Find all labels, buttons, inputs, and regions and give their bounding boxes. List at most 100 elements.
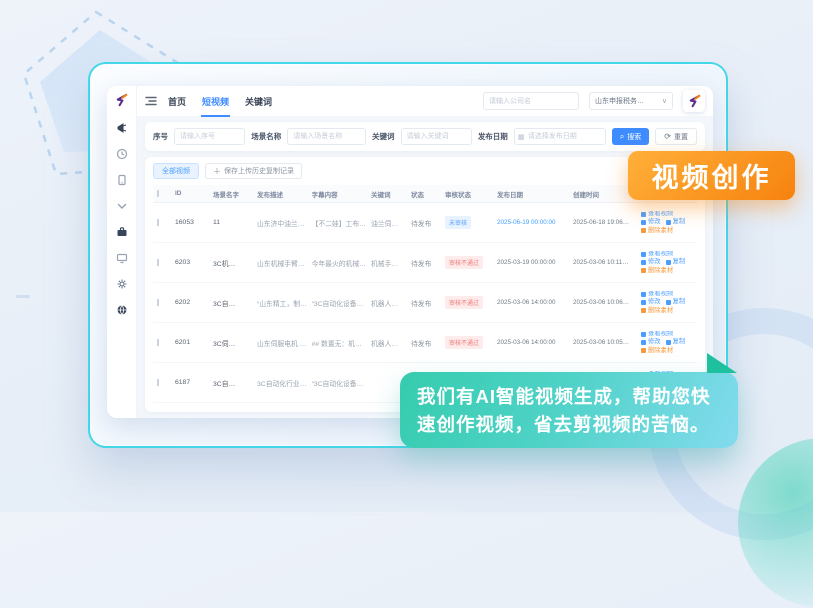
company-select[interactable]: 山东申报税务… ∨ [589, 92, 673, 110]
nav-tab[interactable]: 短视频 [201, 86, 230, 117]
play-icon [641, 252, 646, 257]
cell-id: 6202 [175, 299, 209, 306]
nav-tabs: 首页 短视频 关键词 [167, 86, 273, 116]
chevron-down-icon: ∨ [662, 97, 667, 105]
table-row: 6201 3C伺… 山东伺服电机 最具性价比值 ## 数置无：机器人伺服电机… … [153, 323, 697, 363]
trash-icon [641, 268, 646, 273]
gear-icon[interactable] [115, 277, 128, 290]
scene-label: 场景名称 [251, 131, 281, 142]
delete-material-link[interactable]: 删除素材 [641, 308, 673, 314]
edit-icon [641, 300, 646, 305]
keyword-label: 关键词 [372, 131, 395, 142]
row-checkbox[interactable] [157, 259, 159, 266]
chevron-down-icon[interactable] [115, 199, 128, 212]
row-checkbox[interactable] [157, 299, 159, 306]
edit-link[interactable]: 修改 [641, 299, 661, 305]
column-header: 审核状态 [445, 189, 493, 199]
cell-subtitle: 今年最火的机械手臂伺服电机… [312, 258, 367, 268]
review-status-badge: 审核不通过 [445, 336, 483, 349]
view-video-link[interactable]: 查看视频 [641, 291, 673, 297]
dash-decoration [16, 295, 30, 298]
cell-scene-name: 3C伺… [213, 338, 253, 348]
column-header: 状态 [411, 189, 441, 199]
date-picker[interactable]: ▦ [514, 128, 606, 145]
copy-link[interactable]: 复制 [666, 259, 686, 265]
trash-icon [641, 228, 646, 233]
edit-icon [641, 260, 646, 265]
briefcase-icon[interactable] [115, 225, 128, 238]
edit-icon [641, 220, 646, 225]
main-area: 首页 短视频 关键词 山东申报税务… ∨ [137, 86, 713, 418]
cell-keyword: 机器人… [371, 338, 407, 348]
row-checkbox[interactable] [157, 379, 159, 386]
keyword-input[interactable] [401, 128, 472, 145]
search-icon [620, 132, 624, 142]
cell-status: 待发布 [411, 338, 441, 348]
table-toolbar: 全部视频 ＋ 保存上传历史复制记录 [153, 163, 697, 179]
delete-material-link[interactable]: 删除素材 [641, 228, 673, 234]
menu-icon[interactable] [145, 96, 157, 106]
reset-button[interactable]: 重置 [655, 128, 697, 145]
plus-icon: ＋ [213, 166, 221, 177]
cell-status: 待发布 [411, 298, 441, 308]
megaphone-icon[interactable] [115, 121, 128, 134]
delete-material-link[interactable]: 删除素材 [641, 348, 673, 354]
clock-icon[interactable] [115, 147, 128, 160]
edit-link[interactable]: 修改 [641, 259, 661, 265]
play-icon [641, 212, 646, 217]
cell-subtitle: “3C自动化设备越来越小、伺… [312, 378, 367, 388]
serial-input[interactable] [174, 128, 245, 145]
company-search-input[interactable] [483, 92, 579, 110]
cell-publish-date: 2025-06-19 00:00:00 [497, 219, 569, 226]
cell-keyword: 油兰伺… [371, 218, 407, 228]
cell-status: 待发布 [411, 258, 441, 268]
column-header: 发布日期 [497, 189, 569, 199]
cell-id: 6187 [175, 379, 209, 386]
nav-tab[interactable]: 首页 [167, 86, 187, 117]
cell-subtitle: 【不二娃】工布引外【园决心】听… [312, 218, 367, 228]
monitor-icon[interactable] [115, 251, 128, 264]
cell-id: 16053 [175, 219, 209, 226]
edit-link[interactable]: 修改 [641, 219, 661, 225]
table-header: ID 场景名字 发布描述 字幕内容 关键词 状态 审核状态 [153, 185, 697, 203]
table-row: 16053 11 山东济中油兰伺服条机厂家… 【不二娃】工布引外【园决心】听… … [153, 203, 697, 243]
nav-tab[interactable]: 关键词 [244, 86, 273, 117]
cell-actions: 查看视频 修改 复制 删除素材 [641, 211, 697, 234]
feature-badge-label: 视频创作 [652, 156, 772, 195]
table-row: 6202 3C自… “山东精工，制造先锋” “3C自动化设备越来越小、伺… 机器… [153, 283, 697, 323]
refresh-icon [664, 132, 671, 141]
column-header: 场景名字 [213, 189, 253, 199]
edit-link[interactable]: 修改 [641, 339, 661, 345]
cell-publish-date: 2025-03-19 00:00:00 [497, 259, 569, 266]
cell-created-time: 2025-03-06 10:11… [573, 259, 637, 266]
view-video-link[interactable]: 查看视频 [641, 251, 673, 257]
promo-tooltip-text: 我们有AI智能视频生成，帮助您快速创作视频，省去剪视频的苦恼。 [417, 386, 711, 435]
view-video-link[interactable]: 查看视频 [641, 331, 673, 337]
view-video-link[interactable]: 查看视频 [641, 211, 673, 217]
row-checkbox[interactable] [157, 339, 159, 346]
cell-scene-name: 11 [213, 219, 253, 226]
row-checkbox[interactable] [157, 219, 159, 226]
tablet-icon[interactable] [115, 173, 128, 186]
save-history-button[interactable]: ＋ 保存上传历史复制记录 [205, 163, 302, 179]
date-input[interactable] [514, 128, 606, 145]
cell-publish-desc: 山东济中油兰伺服条机厂家… [257, 218, 308, 228]
table-row: 6203 3C机… 山东机械手臂电机厂机 今年最火的机械手臂伺服电机… 机械手…… [153, 243, 697, 283]
copy-link[interactable]: 复制 [666, 219, 686, 225]
column-header: 字幕内容 [312, 189, 367, 199]
cell-created-time: 2025-03-06 10:06… [573, 299, 637, 306]
copy-link[interactable]: 复制 [666, 339, 686, 345]
select-all-checkbox[interactable] [157, 190, 159, 197]
scene-name-input[interactable] [287, 128, 366, 145]
search-button[interactable]: 搜索 [612, 128, 649, 145]
cell-publish-desc: 3C自动化行业：精益伺服电机。 [257, 378, 308, 388]
trash-icon [641, 308, 646, 313]
cell-id: 6203 [175, 259, 209, 266]
cell-publish-desc: 山东机械手臂电机厂机 [257, 258, 308, 268]
cell-keyword: 机械手… [371, 258, 407, 268]
copy-link[interactable]: 复制 [666, 299, 686, 305]
delete-material-link[interactable]: 删除素材 [641, 268, 673, 274]
cell-subtitle: ## 数置无：机器人伺服电机… [312, 338, 367, 348]
globe-icon[interactable] [115, 303, 128, 316]
all-videos-button[interactable]: 全部视频 [153, 163, 199, 179]
